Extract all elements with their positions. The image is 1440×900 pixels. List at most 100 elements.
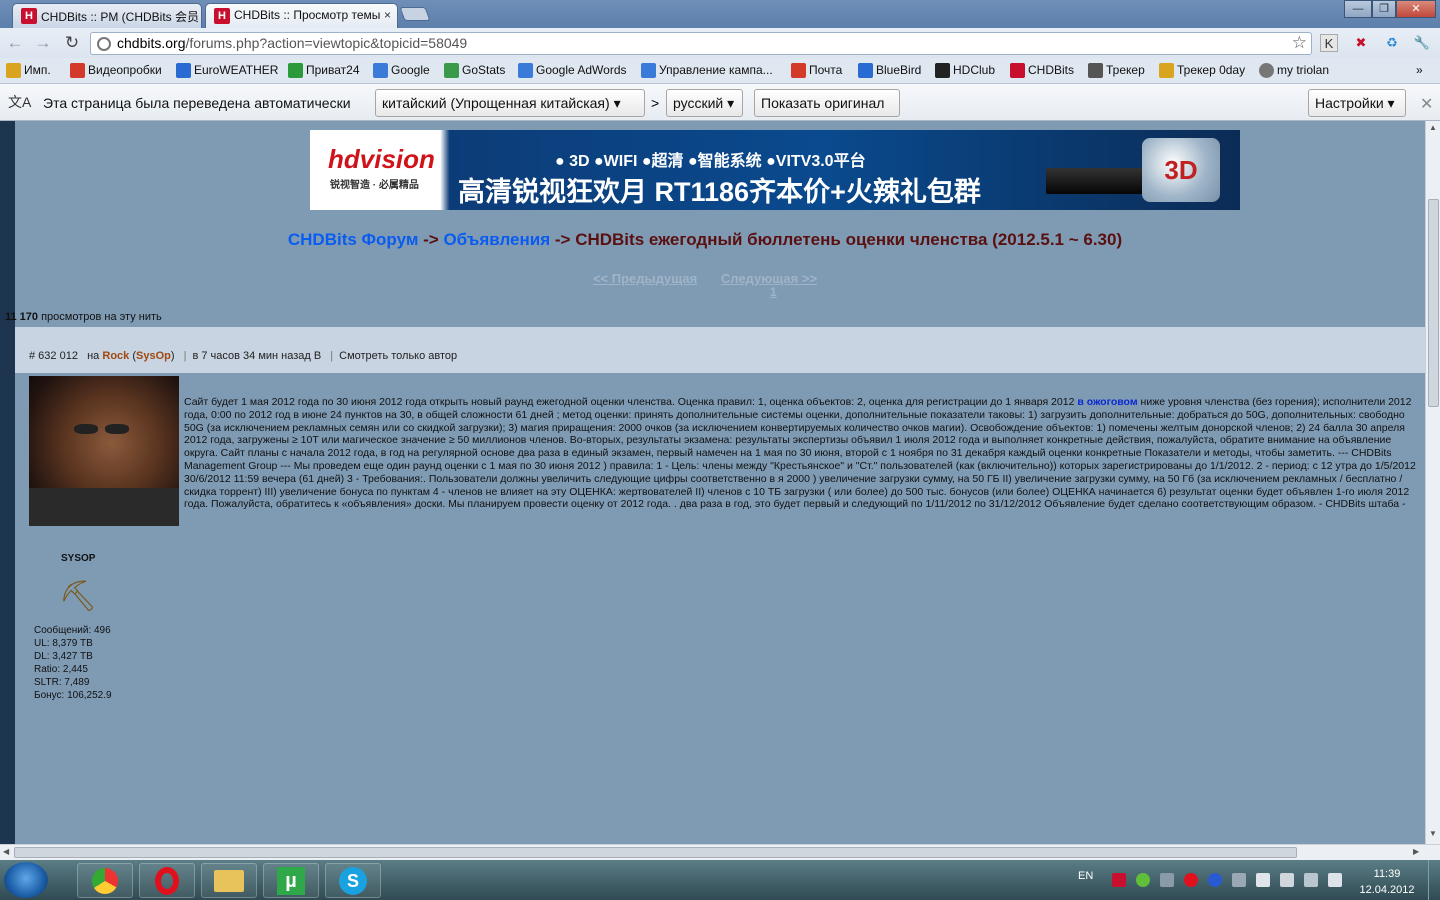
scroll-left-icon[interactable]: ◀ bbox=[3, 847, 9, 856]
author-only-link[interactable]: Смотреть только автор bbox=[339, 350, 457, 362]
bookmark-item[interactable]: Видеопробки bbox=[70, 63, 162, 78]
tray-app-icon[interactable] bbox=[1112, 873, 1126, 887]
volume-icon[interactable] bbox=[1328, 873, 1342, 887]
explorer-taskbar-icon[interactable] bbox=[201, 863, 257, 898]
close-tab-icon[interactable]: × bbox=[384, 8, 391, 22]
show-original-button[interactable]: Показать оригинал bbox=[754, 89, 900, 117]
scroll-down-icon[interactable]: ▼ bbox=[1429, 829, 1437, 838]
post-meta: # 632 012 на Rock (SysOp) | в 7 часов 34 … bbox=[29, 350, 458, 362]
extension-translate-icon[interactable]: ♻ bbox=[1383, 34, 1401, 52]
bookmark-item[interactable]: Имп. bbox=[6, 63, 51, 78]
scroll-up-icon[interactable]: ▲ bbox=[1429, 123, 1437, 132]
topic-title: CHDBits ежегодный бюллетень оценки членс… bbox=[575, 230, 1123, 249]
skype-taskbar-icon[interactable]: S bbox=[325, 863, 381, 898]
network-icon[interactable] bbox=[1304, 873, 1318, 887]
breadcrumb: CHDBits Форум -> Объявления -> CHDBits е… bbox=[287, 230, 1123, 249]
horizontal-scroll-thumb[interactable] bbox=[14, 847, 1297, 858]
vertical-scroll-thumb[interactable] bbox=[1428, 199, 1439, 407]
tray-opera-icon[interactable] bbox=[1184, 873, 1198, 887]
banner-3d-glasses-image: 3D bbox=[1142, 138, 1220, 202]
bookmark-item[interactable]: BlueBird bbox=[858, 63, 921, 78]
extension-k-icon[interactable]: K bbox=[1320, 34, 1338, 52]
bookmark-item[interactable]: Приват24 bbox=[288, 63, 360, 78]
post-time: в 7 часов 34 мин назад В bbox=[192, 350, 322, 362]
utorrent-taskbar-icon[interactable]: µ bbox=[263, 863, 319, 898]
post-author-link[interactable]: Rock bbox=[102, 350, 129, 362]
close-infobar-icon[interactable]: ✕ bbox=[1420, 94, 1433, 114]
translate-settings-button[interactable]: Настройки ▾ bbox=[1308, 89, 1406, 117]
new-tab-button[interactable] bbox=[399, 7, 431, 21]
banner-logo: hdvision bbox=[328, 144, 435, 174]
tab-topic[interactable]: H CHDBits :: Просмотр темы × bbox=[205, 3, 398, 28]
avatar-shirt bbox=[29, 488, 179, 526]
bookmark-item[interactable]: my triolan bbox=[1259, 63, 1329, 78]
start-button[interactable] bbox=[4, 862, 48, 898]
back-icon[interactable]: ← bbox=[4, 33, 26, 53]
tray-app-icon[interactable] bbox=[1232, 873, 1246, 887]
bookmarks-bar: Имп. Видеопробки EuroWEATHER Приват24 Go… bbox=[0, 58, 1440, 84]
minimize-button[interactable]: — bbox=[1344, 0, 1372, 18]
system-clock[interactable]: 11:39 12.04.2012 bbox=[1358, 866, 1416, 898]
tray-app-icon[interactable] bbox=[1160, 873, 1174, 887]
scroll-right-icon[interactable]: ▶ bbox=[1413, 847, 1419, 856]
windows-taskbar: µ S EN 11:39 12.04.2012 bbox=[0, 860, 1440, 900]
bookmark-item[interactable]: HDClub bbox=[935, 63, 995, 78]
post-link[interactable]: в ожоговом bbox=[1077, 396, 1137, 408]
tab-pm[interactable]: H CHDBits :: PM (CHDBits 会员 bbox=[12, 3, 202, 28]
post-author-role: SysOp bbox=[136, 350, 171, 362]
breadcrumb-section-link[interactable]: Объявления bbox=[443, 230, 550, 249]
ad-banner[interactable]: hdvision 锐视智造 · 必属精品 ● 3D ●WIFI ●超清 ●智能系… bbox=[310, 130, 1240, 210]
next-page-link[interactable]: Следующая >> bbox=[721, 271, 817, 286]
close-window-button[interactable]: ✕ bbox=[1396, 0, 1436, 18]
page-number-link[interactable]: 1 bbox=[770, 285, 777, 299]
maximize-button[interactable]: ❐ bbox=[1372, 0, 1396, 18]
folder-icon bbox=[6, 63, 21, 78]
horizontal-scrollbar[interactable]: ◀ ▶ bbox=[0, 844, 1440, 860]
show-desktop-button[interactable] bbox=[1428, 860, 1440, 900]
bookmark-item[interactable]: CHDBits bbox=[1010, 63, 1074, 78]
bookmark-item[interactable]: EuroWEATHER bbox=[176, 63, 278, 78]
translate-message: Эта страница была переведена автоматичес… bbox=[43, 95, 351, 111]
bookmark-item[interactable]: Почта bbox=[791, 63, 842, 78]
avatar-sunglasses bbox=[105, 424, 129, 434]
page-icon bbox=[97, 37, 111, 51]
post-header: # 632 012 на Rock (SysOp) | в 7 часов 34 … bbox=[15, 327, 1425, 373]
bluetooth-icon[interactable] bbox=[1208, 873, 1222, 887]
wrench-icon[interactable]: 🔧 bbox=[1413, 34, 1431, 52]
bookmark-star-icon[interactable]: ☆ bbox=[1292, 33, 1307, 53]
url-path: /forums.php?action=viewtopic&topicid=580… bbox=[185, 35, 468, 51]
bookmark-favicon-icon bbox=[791, 63, 806, 78]
reload-icon[interactable]: ↻ bbox=[61, 33, 83, 53]
chrome-taskbar-icon[interactable] bbox=[77, 863, 133, 898]
tab-strip: H CHDBits :: PM (CHDBits 会员 H CHDBits ::… bbox=[0, 0, 1440, 28]
view-count-number: 11 170 bbox=[5, 311, 39, 323]
address-bar[interactable]: chdbits.org/forums.php?action=viewtopic&… bbox=[90, 32, 1312, 55]
tray-app-icon[interactable] bbox=[1136, 873, 1150, 887]
bookmark-item[interactable]: Трекер bbox=[1088, 63, 1145, 78]
bookmarks-overflow-icon[interactable]: » bbox=[1416, 63, 1423, 77]
source-language-select[interactable]: китайский (Упрощенная китайская) ▾ bbox=[375, 89, 645, 117]
bookmark-item[interactable]: Трекер 0day bbox=[1159, 63, 1245, 78]
language-indicator[interactable]: EN bbox=[1078, 870, 1093, 882]
target-language-select[interactable]: русский ▾ bbox=[666, 89, 743, 117]
stat-bonus: Бонус: 106,252.9 bbox=[34, 690, 112, 701]
tray-app-icon[interactable] bbox=[1280, 873, 1294, 887]
banner-features: ● 3D ●WIFI ●超清 ●智能系统 ●VITV3.0平台 bbox=[555, 153, 866, 170]
bookmark-item[interactable]: Google bbox=[373, 63, 430, 78]
extension-red-icon[interactable]: ✖ bbox=[1352, 34, 1370, 52]
breadcrumb-forum-link[interactable]: CHDBits Форум bbox=[288, 230, 419, 249]
stat-ul: UL: 8,379 TB bbox=[34, 638, 93, 649]
bookmark-favicon-icon bbox=[858, 63, 873, 78]
browser-toolbar: ← → ↻ chdbits.org/forums.php?action=view… bbox=[0, 28, 1440, 58]
prev-page-link[interactable]: << Предыдущая bbox=[593, 271, 697, 286]
bookmark-item[interactable]: Управление кампа... bbox=[641, 63, 773, 78]
bookmark-favicon-icon bbox=[1010, 63, 1025, 78]
bookmark-favicon-icon bbox=[176, 63, 191, 78]
bookmark-item[interactable]: Google AdWords bbox=[518, 63, 627, 78]
tray-app-icon[interactable] bbox=[1256, 873, 1270, 887]
post-id[interactable]: # 632 012 bbox=[29, 350, 78, 362]
bookmark-item[interactable]: GoStats bbox=[444, 63, 505, 78]
forward-icon[interactable]: → bbox=[32, 33, 54, 53]
vertical-scrollbar[interactable]: ▲ ▼ bbox=[1425, 121, 1440, 844]
opera-taskbar-icon[interactable] bbox=[139, 863, 195, 898]
